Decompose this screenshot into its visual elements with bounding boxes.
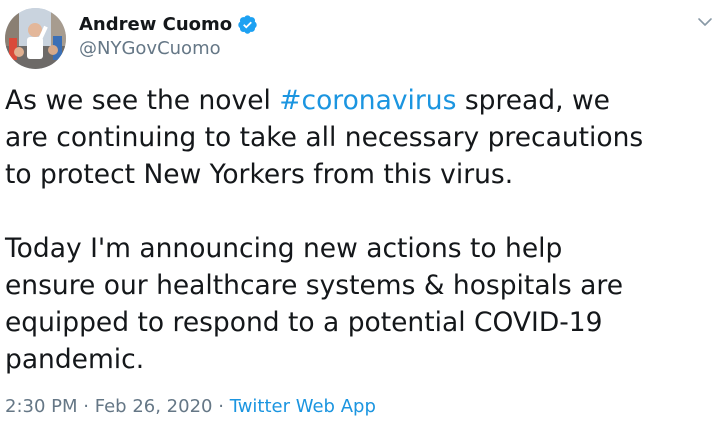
meta-separator: · <box>218 396 224 417</box>
verified-badge-icon <box>237 14 258 35</box>
author-handle[interactable]: @NYGovCuomo <box>79 38 221 59</box>
avatar[interactable] <box>5 8 66 69</box>
author-display-name[interactable]: Andrew Cuomo <box>79 14 232 35</box>
tweet-text-line: to protect New Yorkers from this virus. <box>5 159 514 190</box>
meta-separator: · <box>83 396 89 417</box>
tweet-date[interactable]: Feb 26, 2020 <box>95 396 213 417</box>
paragraph-break <box>5 193 715 230</box>
author-row[interactable]: Andrew Cuomo <box>79 11 258 37</box>
tweet-meta: 2:30 PM · Feb 26, 2020 · Twitter Web App <box>5 396 376 417</box>
hashtag-link[interactable]: #coronavirus <box>279 85 456 116</box>
tweet-text-segment: spread, we <box>456 85 610 116</box>
chevron-down-icon[interactable] <box>697 14 713 30</box>
tweet-card: Andrew Cuomo @NYGovCuomo As we see the n… <box>0 0 719 424</box>
tweet-text-line: ensure our healthcare systems & hospital… <box>5 270 624 301</box>
tweet-text-line: Today I'm announcing new actions to help <box>5 233 563 264</box>
tweet-text: As we see the novel #coronavirus spread,… <box>5 82 715 378</box>
tweet-text-line: As we see the novel #coronavirus spread,… <box>5 82 715 119</box>
avatar-photo <box>5 8 66 69</box>
tweet-text-line: pandemic. <box>5 344 145 375</box>
tweet-text-line: are continuing to take all necessary pre… <box>5 122 644 153</box>
tweet-text-line: equipped to respond to a potential COVID… <box>5 307 603 338</box>
tweet-text-segment: As we see the novel <box>5 85 280 116</box>
tweet-source-link[interactable]: Twitter Web App <box>230 396 376 417</box>
tweet-time[interactable]: 2:30 PM <box>5 396 78 417</box>
